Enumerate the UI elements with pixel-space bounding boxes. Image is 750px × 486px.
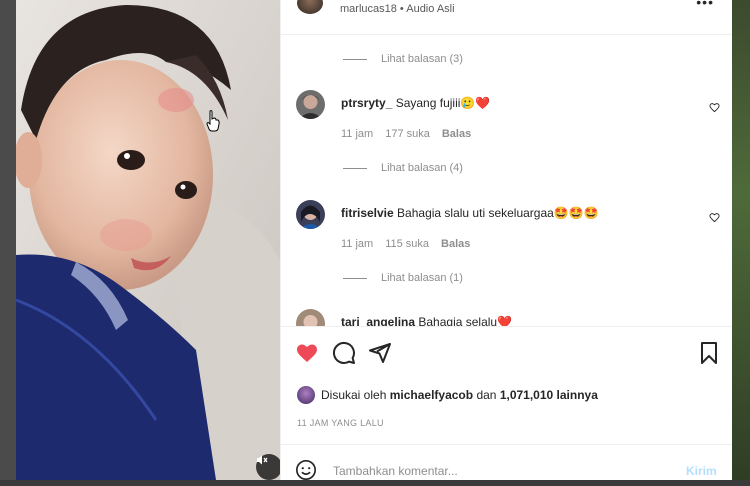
view-replies-link[interactable]: Lihat balasan (3) [343,53,463,65]
bookmark-icon[interactable] [697,341,721,370]
commenter-avatar[interactable] [296,200,325,229]
meta-separator: • [399,3,404,15]
comments-list[interactable]: Lihat balasan (3) ptrsryty_ Sayang fujii… [281,35,732,326]
reply-button[interactable]: Balas [441,238,470,250]
add-comment-bar: Kirim [281,444,732,481]
author-avatar[interactable] [297,0,323,14]
replies-rule [343,167,367,169]
commenter-username[interactable]: ptrsryty_ [341,96,392,110]
audio-link[interactable]: Audio Asli [406,3,454,15]
post-time-ago[interactable]: 11 JAM YANG LALU [297,418,384,428]
replies-rule [343,277,367,279]
view-replies-label: Lihat balasan (3) [381,53,463,65]
commenter-avatar[interactable] [296,90,325,119]
comment-item: fitriselvie Bahagia slalu uti sekeluarga… [281,200,732,260]
view-replies-link[interactable]: Lihat balasan (1) [343,272,463,284]
likes-middle: dan [476,388,497,402]
author-username[interactable]: marlucas18 [340,3,397,15]
commenter-username[interactable]: fitriselvie [341,206,394,220]
post-comment-button[interactable]: Kirim [686,464,717,478]
comment-heart-icon[interactable] [709,100,720,118]
post-author-meta: marlucas18 • Audio Asli [340,3,455,15]
comment-time[interactable]: 11 jam [341,238,373,250]
post-actions: Disukai oleh michaelfyacob dan 1,071,010… [281,326,732,445]
likes-prefix: Disukai oleh [321,388,387,402]
comment-item: tari_angelina Bahagia selalu❤️ [281,309,732,326]
likes-count[interactable]: 1,071,010 lainnya [500,388,598,402]
commenter-username[interactable]: tari_angelina [341,315,415,326]
comment-text: tari_angelina Bahagia selalu❤️ [341,315,512,326]
commenter-avatar[interactable] [296,309,325,326]
liker-username[interactable]: michaelfyacob [390,388,473,402]
mute-button[interactable] [256,454,280,480]
comment-meta: 11 jam 177 suka Balas [341,128,471,140]
likes-summary: Disukai oleh michaelfyacob dan 1,071,010… [297,386,598,404]
backdrop-left [0,0,16,480]
comment-text: fitriselvie Bahagia slalu uti sekeluarga… [341,206,599,220]
heart-filled-icon[interactable] [295,341,319,370]
comment-meta: 11 jam 115 suka Balas [341,238,470,250]
comment-text: ptrsryty_ Sayang fujiii🥲❤️ [341,96,490,110]
backdrop-right [730,0,750,480]
emoji-icon[interactable] [295,459,317,486]
post-video[interactable] [16,0,280,480]
post-details-panel: marlucas18 • Audio Asli ••• Lihat balasa… [280,0,732,480]
view-replies-link[interactable]: Lihat balasan (4) [343,162,463,174]
comment-time[interactable]: 11 jam [341,128,373,140]
comment-body: Bahagia slalu uti sekeluargaa🤩🤩🤩 [397,206,599,220]
comment-heart-icon[interactable] [709,210,720,228]
comment-body: Sayang fujiii🥲❤️ [395,96,491,110]
post-header: marlucas18 • Audio Asli ••• [281,0,732,35]
comment-bubble-icon[interactable] [332,341,356,370]
comment-likes[interactable]: 177 suka [385,128,430,140]
replies-rule [343,58,367,60]
comment-item: ptrsryty_ Sayang fujiii🥲❤️ 11 jam 177 su… [281,90,732,150]
view-replies-label: Lihat balasan (1) [381,272,463,284]
comment-body: Bahagia selalu❤️ [418,315,513,326]
liker-avatar[interactable] [297,386,315,404]
paper-plane-icon[interactable] [368,341,392,370]
view-replies-label: Lihat balasan (4) [381,162,463,174]
comment-input[interactable] [333,464,653,478]
comment-likes[interactable]: 115 suka [385,238,429,250]
reply-button[interactable]: Balas [442,128,471,140]
more-horizontal-icon[interactable]: ••• [696,0,714,10]
video-frame [16,0,280,480]
